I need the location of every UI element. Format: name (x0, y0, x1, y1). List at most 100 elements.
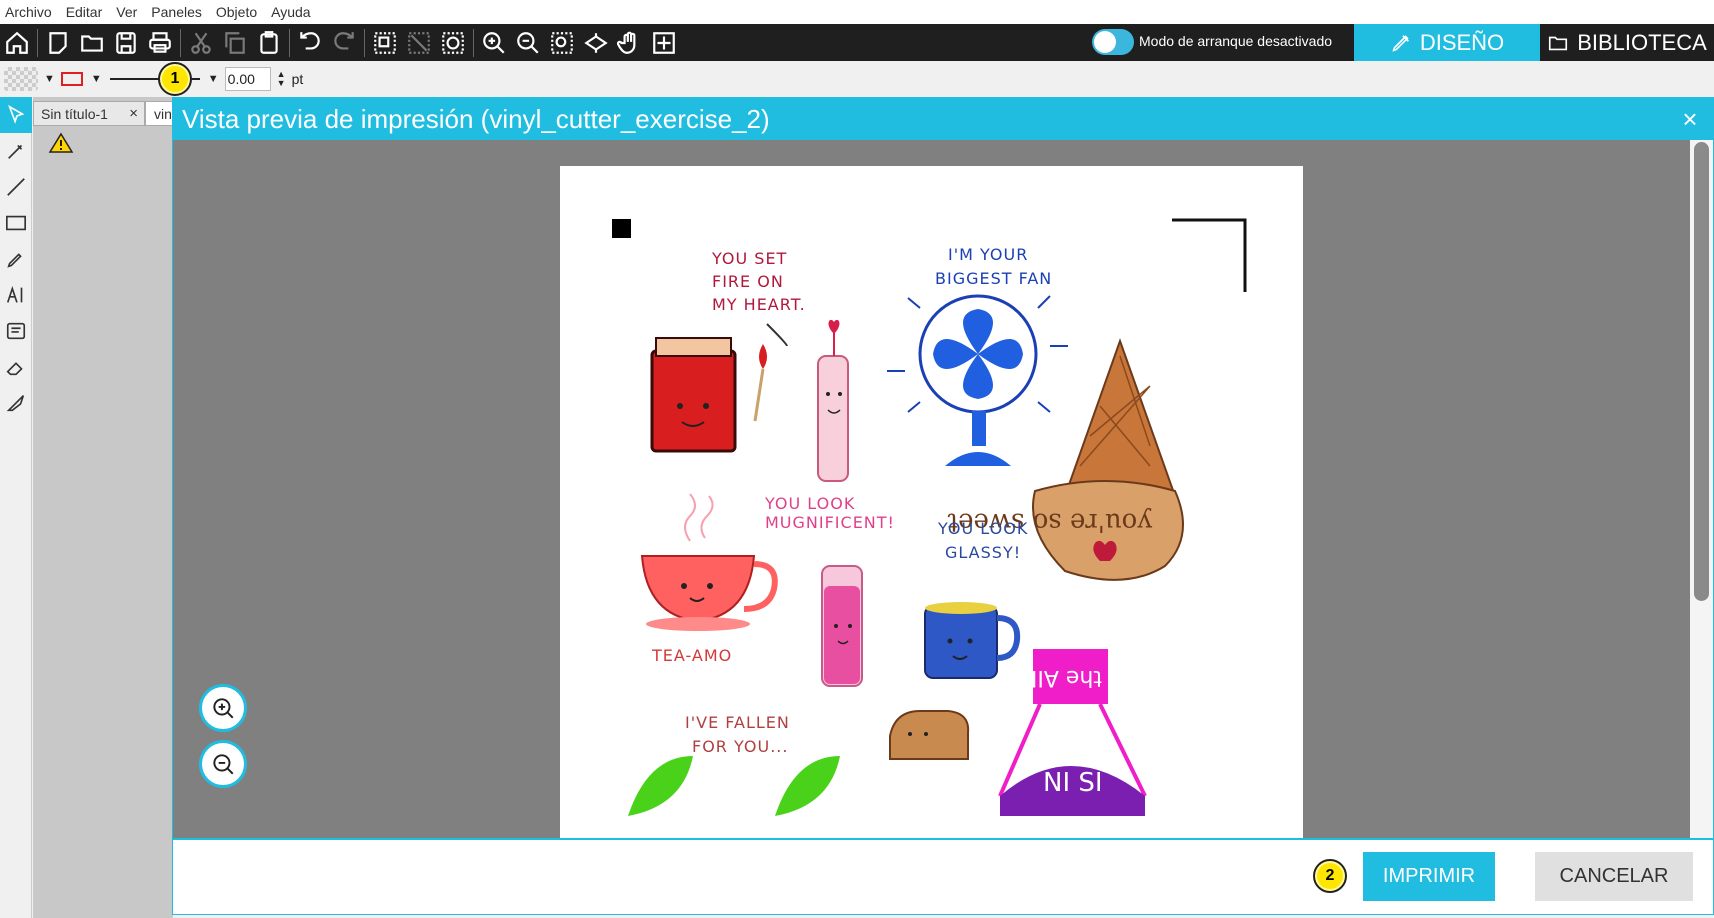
svg-text:MUGNIFICENT!: MUGNIFICENT! (765, 513, 895, 532)
ungroup-icon[interactable] (402, 28, 436, 58)
zoom-out-icon[interactable] (511, 28, 545, 58)
sticker-fan (887, 294, 1068, 466)
sticker-glass (821, 565, 863, 687)
release-compound-icon[interactable] (436, 28, 470, 58)
preview-zoom-in-button[interactable] (199, 684, 247, 732)
preview-zoom-out-button[interactable] (199, 740, 247, 788)
text-tool[interactable] (0, 277, 32, 313)
svg-text:YOU LOOK: YOU LOOK (764, 494, 855, 513)
menu-objeto[interactable]: Objeto (216, 4, 257, 20)
document-tab-untitled[interactable]: Sin título-1 × (33, 101, 145, 126)
menu-editar[interactable]: Editar (66, 4, 103, 20)
sticker-fan-text: I'M YOUR BIGGEST FAN (935, 245, 1052, 288)
tab-design[interactable]: DISEÑO (1354, 24, 1540, 61)
sticker-fire-text: YOU SET FIRE ON MY HEART. (711, 249, 806, 314)
svg-text:FOR YOU...: FOR YOU... (692, 737, 788, 756)
preview-scrollbar[interactable] (1690, 140, 1713, 838)
svg-text:YOU SET: YOU SET (711, 249, 787, 268)
text-icon (6, 285, 23, 303)
cursor-arrow-icon (8, 104, 25, 124)
menu-paneles[interactable]: Paneles (151, 4, 202, 20)
eraser-icon (6, 362, 23, 376)
sticker-toast (889, 710, 970, 760)
zoom-in-icon[interactable] (477, 28, 511, 58)
print-icon[interactable] (143, 28, 177, 58)
svg-text:the AIR: the AIR (1022, 665, 1102, 690)
preview-scrollbar-thumb[interactable] (1694, 142, 1709, 601)
cancel-button[interactable]: CANCELAR (1535, 852, 1693, 901)
pan-hand-icon[interactable] (613, 28, 647, 58)
document-tab-vinyl[interactable]: vin (145, 101, 175, 126)
note-tool[interactable] (0, 313, 32, 349)
stroke-color-dropdown-icon[interactable]: ▼ (91, 73, 102, 85)
sticker-matchbox (650, 337, 767, 453)
menu-ver[interactable]: Ver (116, 4, 137, 20)
sticker-sheet-artwork: YOU SET FIRE ON MY HEART. I'M YOUR BIGGE… (612, 218, 1247, 816)
stroke-width-field[interactable]: 0.00 (224, 67, 271, 91)
paste-icon[interactable] (252, 28, 286, 58)
sticker-tea-cup (640, 493, 778, 631)
home-icon[interactable] (0, 28, 34, 58)
sticker-tea-text: TEA-AMO (651, 646, 732, 665)
registration-mark-square (612, 219, 631, 238)
svg-text:BIGGEST FAN: BIGGEST FAN (935, 269, 1052, 288)
rectangle-tool[interactable] (0, 205, 32, 241)
dialog-close-icon[interactable]: × (1675, 104, 1705, 134)
point-edit-tool[interactable] (0, 133, 32, 169)
stroke-color-swatch[interactable] (60, 72, 83, 86)
eraser-tool[interactable] (0, 349, 32, 385)
fit-window-icon[interactable] (647, 28, 681, 58)
save-icon[interactable] (109, 28, 143, 58)
pen-icon (7, 253, 22, 268)
knife-tool[interactable] (0, 385, 32, 421)
svg-text:FIRE ON: FIRE ON (712, 272, 784, 291)
warning-icon (48, 132, 74, 153)
open-folder-icon[interactable] (75, 28, 109, 58)
svg-text:I'M YOUR: I'M YOUR (948, 245, 1028, 264)
svg-text:GLASSY!: GLASSY! (945, 543, 1021, 562)
zoom-selection-icon[interactable] (545, 28, 579, 58)
fill-dropdown-icon[interactable]: ▼ (44, 73, 55, 85)
tab-library-label: BIBLIOTECA (1577, 29, 1707, 55)
point-edit-icon (8, 144, 23, 159)
knife-icon (6, 395, 25, 412)
fill-pattern-swatch[interactable] (4, 67, 38, 91)
startup-mode-toggle[interactable] (1092, 29, 1134, 55)
new-document-icon[interactable] (41, 28, 75, 58)
svg-text:MY HEART.: MY HEART. (712, 295, 806, 314)
step-marker-1: 1 (158, 62, 192, 96)
document-tab-close-icon[interactable]: × (129, 105, 138, 122)
zoom-out-icon (213, 754, 234, 775)
tab-design-label: DISEÑO (1419, 29, 1505, 55)
redo-icon[interactable] (327, 28, 361, 58)
left-toolbox (0, 97, 32, 918)
sticker-candle (766, 319, 849, 482)
folder-icon (1549, 36, 1568, 50)
svg-text:YOU LOOK: YOU LOOK (937, 519, 1028, 538)
startup-mode-label: Modo de arranque desactivado (1139, 33, 1333, 49)
sticker-leaf-right (775, 756, 840, 816)
group-icon[interactable] (368, 28, 402, 58)
line-tool[interactable] (0, 169, 32, 205)
copy-icon[interactable] (218, 28, 252, 58)
registration-mark-corner (1172, 218, 1247, 292)
print-button[interactable]: IMPRIMIR (1363, 852, 1495, 901)
tab-library[interactable]: BIBLIOTECA (1540, 24, 1714, 61)
line-style-dropdown-icon[interactable]: ▼ (208, 73, 219, 85)
stroke-width-stepper[interactable]: ▲ ▼ (277, 70, 286, 88)
menu-archivo[interactable]: Archivo (5, 4, 52, 20)
undo-icon[interactable] (293, 28, 327, 58)
pen-tool[interactable] (0, 241, 32, 277)
preview-page: YOU SET FIRE ON MY HEART. I'M YOUR BIGGE… (560, 166, 1303, 838)
print-preview-dialog: Vista previa de impresión (vinyl_cutter_… (172, 97, 1714, 915)
zoom-page-icon[interactable] (579, 28, 613, 58)
step-marker-2: 2 (1313, 859, 1347, 893)
menu-ayuda[interactable]: Ayuda (271, 4, 310, 20)
sticker-leaf-left (628, 756, 693, 816)
document-tab-label-2: vin (154, 105, 172, 122)
svg-text:I'VE FALLEN: I'VE FALLEN (685, 713, 790, 732)
dialog-title: Vista previa de impresión (vinyl_cutter_… (182, 103, 770, 134)
select-tool[interactable] (0, 97, 32, 133)
preview-area[interactable]: YOU SET FIRE ON MY HEART. I'M YOUR BIGGE… (173, 140, 1690, 838)
cut-icon[interactable] (184, 28, 218, 58)
